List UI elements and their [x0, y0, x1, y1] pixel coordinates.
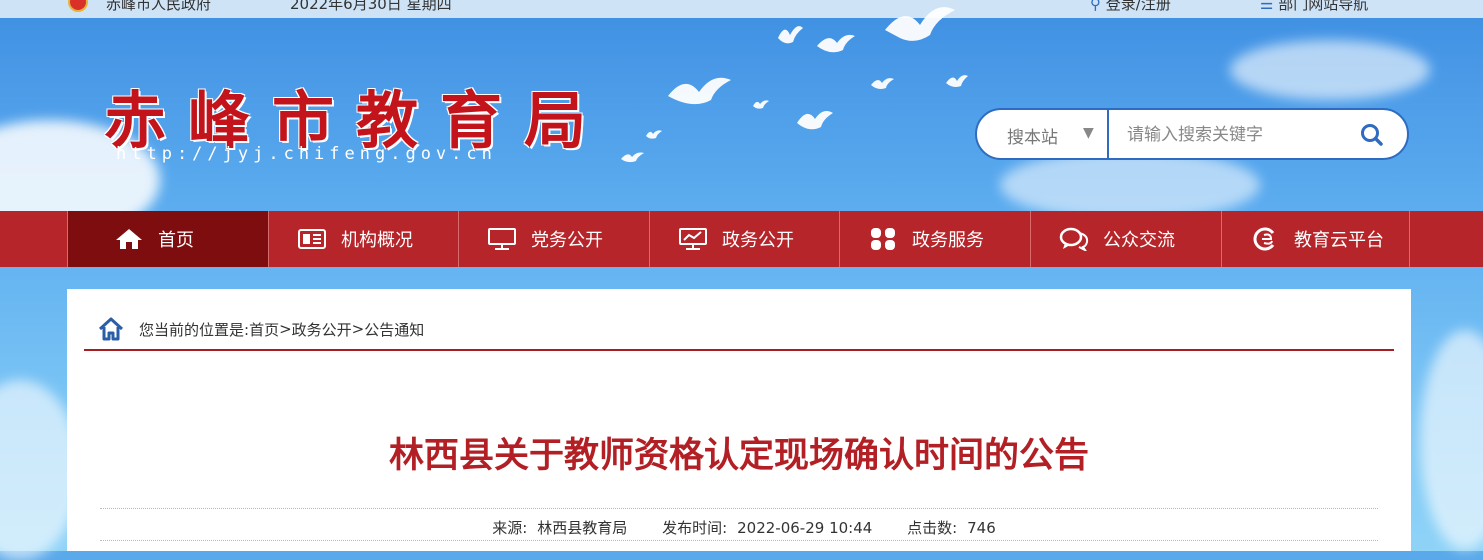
content-panel: 您当前的位置是: 首页 > 政务公开 > 公告通知 林西县关于教师资格认定现场确… [67, 289, 1411, 551]
nav-item-label: 机构概况 [341, 230, 413, 251]
nav-item-public-exchange[interactable]: 公众交流 [1030, 211, 1221, 267]
dove-icon [646, 130, 662, 139]
national-emblem-icon [68, 0, 88, 12]
nav-item-label: 公众交流 [1103, 230, 1175, 251]
dove-icon [946, 75, 968, 87]
dept-nav-link[interactable]: ☰ 部门网站导航 [1260, 0, 1368, 14]
login-label: 登录/注册 [1105, 0, 1171, 13]
article-title: 林西县关于教师资格认定现场确认时间的公告 [388, 436, 1089, 476]
breadcrumb: 您当前的位置是: 首页 > 政务公开 > 公告通知 [97, 315, 424, 343]
breadcrumb-prefix: 您当前的位置是: [139, 320, 250, 339]
clicks-value: 746 [967, 519, 996, 537]
breadcrumb-home[interactable]: 首页 [249, 319, 279, 340]
clicks-label: 点击数: [907, 519, 958, 537]
top-bar: 赤峰市人民政府 2022年6月30日 星期四 ⚲ 登录/注册 ☰ 部门网站导航 [0, 0, 1483, 18]
newspaper-icon [297, 227, 327, 251]
breadcrumb-notices[interactable]: 公告通知 [364, 319, 424, 340]
nav-item-label: 政务公开 [722, 230, 794, 251]
search-icon[interactable] [1359, 122, 1385, 148]
nav-item-government-services[interactable]: 政务服务 [839, 211, 1030, 267]
current-date: 2022年6月30日 星期四 [290, 0, 452, 13]
monitor-icon [487, 227, 517, 251]
dept-nav-label: 部门网站导航 [1278, 0, 1369, 13]
search-divider [1107, 110, 1109, 158]
cloud-e-icon [1250, 227, 1280, 251]
dove-icon [817, 34, 855, 53]
nav-item-home[interactable]: 首页 [67, 211, 268, 267]
dove-icon [871, 78, 894, 89]
main-nav: 首页 机构概况 党务公开 政务公开 政务服务 公众交流 教育云平台 [0, 211, 1483, 267]
meta-divider-top [100, 508, 1378, 509]
site-url: http://jyj.chifeng.gov.cn [116, 144, 497, 164]
dove-icon [668, 77, 731, 105]
nav-item-label: 首页 [158, 230, 194, 251]
breadcrumb-separator: > [351, 320, 365, 338]
search-box: 搜本站 ▼ [975, 108, 1409, 160]
dove-icon [797, 111, 833, 130]
breadcrumb-gov-affairs[interactable]: 政务公开 [292, 319, 352, 340]
chevron-down-icon[interactable]: ▼ [1083, 125, 1094, 141]
dove-icon [885, 7, 955, 41]
nav-item-label: 教育云平台 [1294, 230, 1384, 251]
chat-icon [1059, 227, 1089, 251]
published-label: 发布时间: [662, 519, 728, 537]
search-input[interactable] [1125, 120, 1349, 150]
article-meta: 来源: 林西县教育局 发布时间: 2022-06-29 10:44 点击数: 746 [67, 517, 1411, 538]
home-icon[interactable] [97, 315, 125, 343]
cloud [1230, 40, 1430, 100]
list-icon: ☰ [1260, 0, 1274, 13]
nav-item-government-affairs[interactable]: 政务公开 [649, 211, 839, 267]
grid-icon [868, 227, 898, 251]
dove-icon [778, 26, 803, 44]
dove-icon [621, 152, 644, 163]
breadcrumb-divider [84, 349, 1394, 351]
source-value: 林西县教育局 [537, 519, 628, 537]
user-icon: ⚲ [1090, 0, 1101, 13]
nav-divider [1409, 211, 1410, 267]
published-value: 2022-06-29 10:44 [737, 519, 873, 537]
cloud [1420, 330, 1483, 550]
home-icon [114, 227, 144, 251]
published-meta: 发布时间: 2022-06-29 10:44 [652, 519, 872, 537]
nav-item-label: 党务公开 [531, 230, 603, 251]
gov-link[interactable]: 赤峰市人民政府 [106, 0, 211, 14]
nav-item-edu-cloud[interactable]: 教育云平台 [1221, 211, 1410, 267]
nav-item-label: 政务服务 [912, 230, 984, 251]
cloud [1000, 150, 1260, 220]
dove-icon [753, 100, 769, 109]
source-label: 来源: [492, 519, 528, 537]
login-link[interactable]: ⚲ 登录/注册 [1090, 0, 1171, 14]
meta-divider-bottom [100, 540, 1378, 541]
source-meta: 来源: 林西县教育局 [482, 519, 627, 537]
search-scope-select[interactable]: 搜本站 [1007, 123, 1058, 148]
screen-chart-icon [678, 227, 708, 251]
nav-item-party-affairs[interactable]: 党务公开 [458, 211, 649, 267]
breadcrumb-separator: > [279, 320, 292, 338]
nav-item-organization[interactable]: 机构概况 [268, 211, 458, 267]
clicks-meta: 点击数: 746 [897, 519, 996, 537]
